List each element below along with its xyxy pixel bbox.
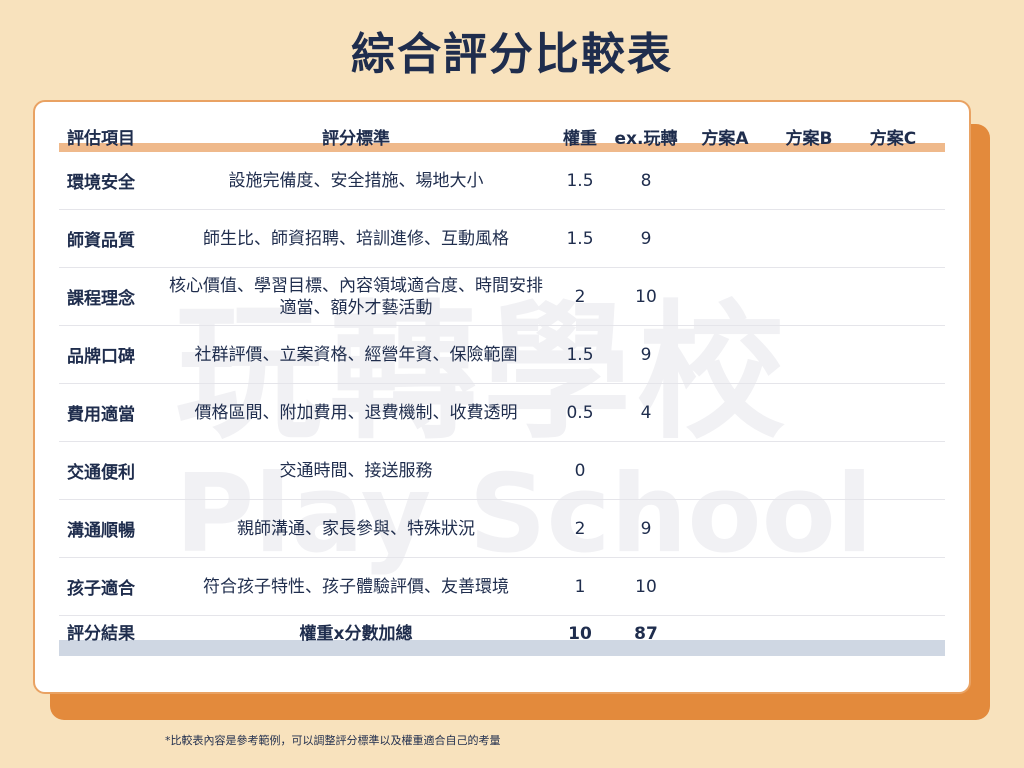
row-criteria: 價格區間、附加費用、退費機制、收費透明 [194, 402, 518, 423]
header-weight: 權重 [563, 129, 597, 149]
row-weight: 1.5 [566, 344, 594, 365]
footer-plan-b-total [767, 620, 851, 622]
row-weight: 1 [574, 576, 586, 597]
footer-item: 評分結果 [67, 624, 135, 644]
header-item: 評估項目 [67, 129, 135, 149]
table-row: 師資品質 師生比、師資招聘、培訓進修、互動風格 1.5 9 [59, 210, 945, 268]
footer-plan-a-total [683, 620, 767, 622]
footer-example-total: 87 [634, 624, 658, 644]
footnote: *比較表內容是參考範例，可以調整評分標準以及權重適合自己的考量 [165, 734, 501, 747]
row-criteria: 核心價值、學習目標、內容領域適合度、時間安排適當、額外才藝活動 [169, 275, 543, 318]
table-row: 溝通順暢 親師溝通、家長參與、特殊狀況 2 9 [59, 500, 945, 558]
row-criteria: 社群評價、立案資格、經營年資、保險範圍 [194, 344, 518, 365]
header-plan-c: 方案C [869, 129, 917, 149]
table-footer-row: 評分結果 權重x分數加總 10 87 [59, 620, 945, 656]
row-item: 課程理念 [67, 289, 135, 309]
row-weight: 0 [574, 460, 586, 481]
row-example: 10 [635, 286, 657, 307]
row-item: 環境安全 [67, 173, 135, 193]
row-example: 4 [640, 402, 652, 423]
footer-criteria: 權重x分數加總 [299, 624, 413, 644]
table-row: 課程理念 核心價值、學習目標、內容領域適合度、時間安排適當、額外才藝活動 2 1… [59, 268, 945, 326]
table-header-row: 評估項目 評分標準 權重 ex.玩轉 方案A 方案B 方案C [59, 128, 945, 152]
table-row: 交通便利 交通時間、接送服務 0 [59, 442, 945, 500]
row-item: 溝通順暢 [67, 521, 135, 541]
row-item: 師資品質 [67, 231, 135, 251]
row-weight: 2 [574, 518, 586, 539]
row-weight: 0.5 [566, 402, 594, 423]
row-weight: 1.5 [566, 170, 594, 191]
row-criteria: 交通時間、接送服務 [279, 460, 433, 481]
comparison-table: 評估項目 評分標準 權重 ex.玩轉 方案A 方案B 方案C 環境安全 設施完備… [59, 128, 945, 656]
table-row: 品牌口碑 社群評價、立案資格、經營年資、保險範圍 1.5 9 [59, 326, 945, 384]
row-item: 交通便利 [67, 463, 135, 483]
table-row: 孩子適合 符合孩子特性、孩子體驗評價、友善環境 1 10 [59, 558, 945, 616]
header-plan-a: 方案A [701, 129, 749, 149]
header-plan-b: 方案B [785, 129, 833, 149]
row-weight: 2 [574, 286, 586, 307]
row-example: 9 [640, 228, 652, 249]
footer-weight-total: 10 [568, 624, 592, 644]
header-criteria: 評分標準 [322, 129, 390, 149]
row-criteria: 符合孩子特性、孩子體驗評價、友善環境 [203, 576, 509, 597]
row-criteria: 設施完備度、安全措施、場地大小 [228, 170, 484, 191]
comparison-card: 玩轉學校 Play School 評估項目 評分標準 權重 ex.玩轉 方案A … [33, 100, 971, 694]
row-criteria: 親師溝通、家長參與、特殊狀況 [237, 518, 475, 539]
row-item: 孩子適合 [67, 579, 135, 599]
row-criteria: 師生比、師資招聘、培訓進修、互動風格 [203, 228, 509, 249]
table-row: 費用適當 價格區間、附加費用、退費機制、收費透明 0.5 4 [59, 384, 945, 442]
row-item: 品牌口碑 [67, 347, 135, 367]
row-example: 10 [635, 576, 657, 597]
row-example: 9 [640, 518, 652, 539]
row-item: 費用適當 [67, 405, 135, 425]
row-example: 8 [640, 170, 652, 191]
header-example: ex.玩轉 [614, 129, 678, 149]
row-weight: 1.5 [566, 228, 594, 249]
footer-plan-c-total [851, 620, 935, 622]
row-example: 9 [640, 344, 652, 365]
table-row: 環境安全 設施完備度、安全措施、場地大小 1.5 8 [59, 152, 945, 210]
page-title: 綜合評分比較表 [351, 29, 673, 80]
